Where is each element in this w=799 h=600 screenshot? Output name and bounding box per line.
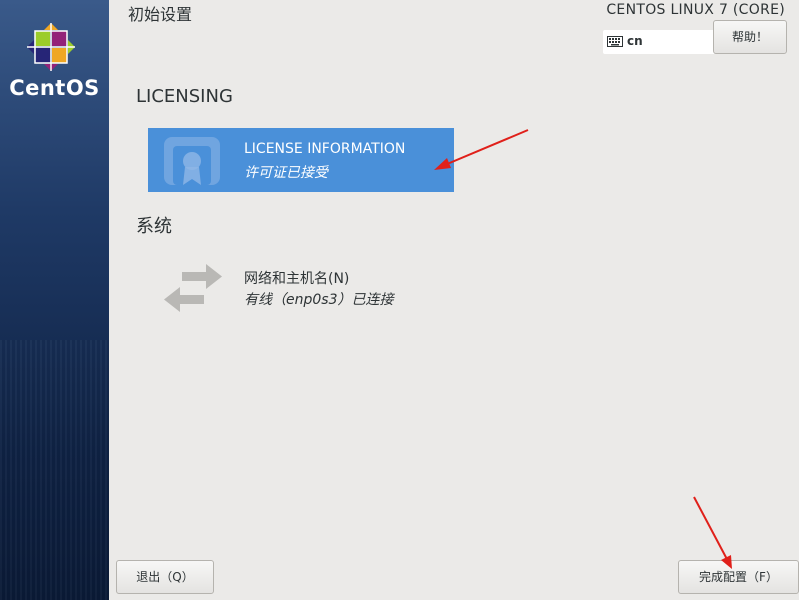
keyboard-icon [607, 36, 623, 47]
spoke-title: 网络和主机名(N) [244, 271, 350, 287]
network-icon [164, 264, 222, 312]
spoke-status: 许可证已接受 [244, 165, 328, 181]
sidebar: CentOS [0, 0, 109, 600]
spoke-title: LICENSE INFORMATION [244, 141, 406, 157]
keyboard-layout-label: cn [627, 34, 643, 48]
logo-text: CentOS [9, 76, 100, 100]
keyboard-layout-indicator[interactable]: cn [603, 30, 715, 54]
spoke-status: 有线（enp0s3）已连接 [244, 292, 394, 308]
centos-logo-icon [27, 23, 75, 71]
page-title: 初始设置 [128, 5, 193, 24]
spoke-license-information[interactable]: LICENSE INFORMATION 许可证已接受 [148, 128, 454, 192]
section-heading-licensing: LICENSING [136, 86, 233, 107]
finish-configuration-button[interactable]: 完成配置（F） [678, 560, 799, 594]
spoke-network-hostname[interactable]: 网络和主机名(N) 有线（enp0s3）已连接 [148, 255, 454, 319]
annotation-arrow-finish [693, 496, 732, 569]
section-heading-system: 系统 [136, 216, 172, 237]
quit-button[interactable]: 退出（Q） [116, 560, 214, 594]
os-name-label: CENTOS LINUX 7 (CORE) [606, 2, 785, 18]
help-button[interactable]: 帮助！ [713, 20, 787, 54]
license-icon [164, 137, 220, 185]
